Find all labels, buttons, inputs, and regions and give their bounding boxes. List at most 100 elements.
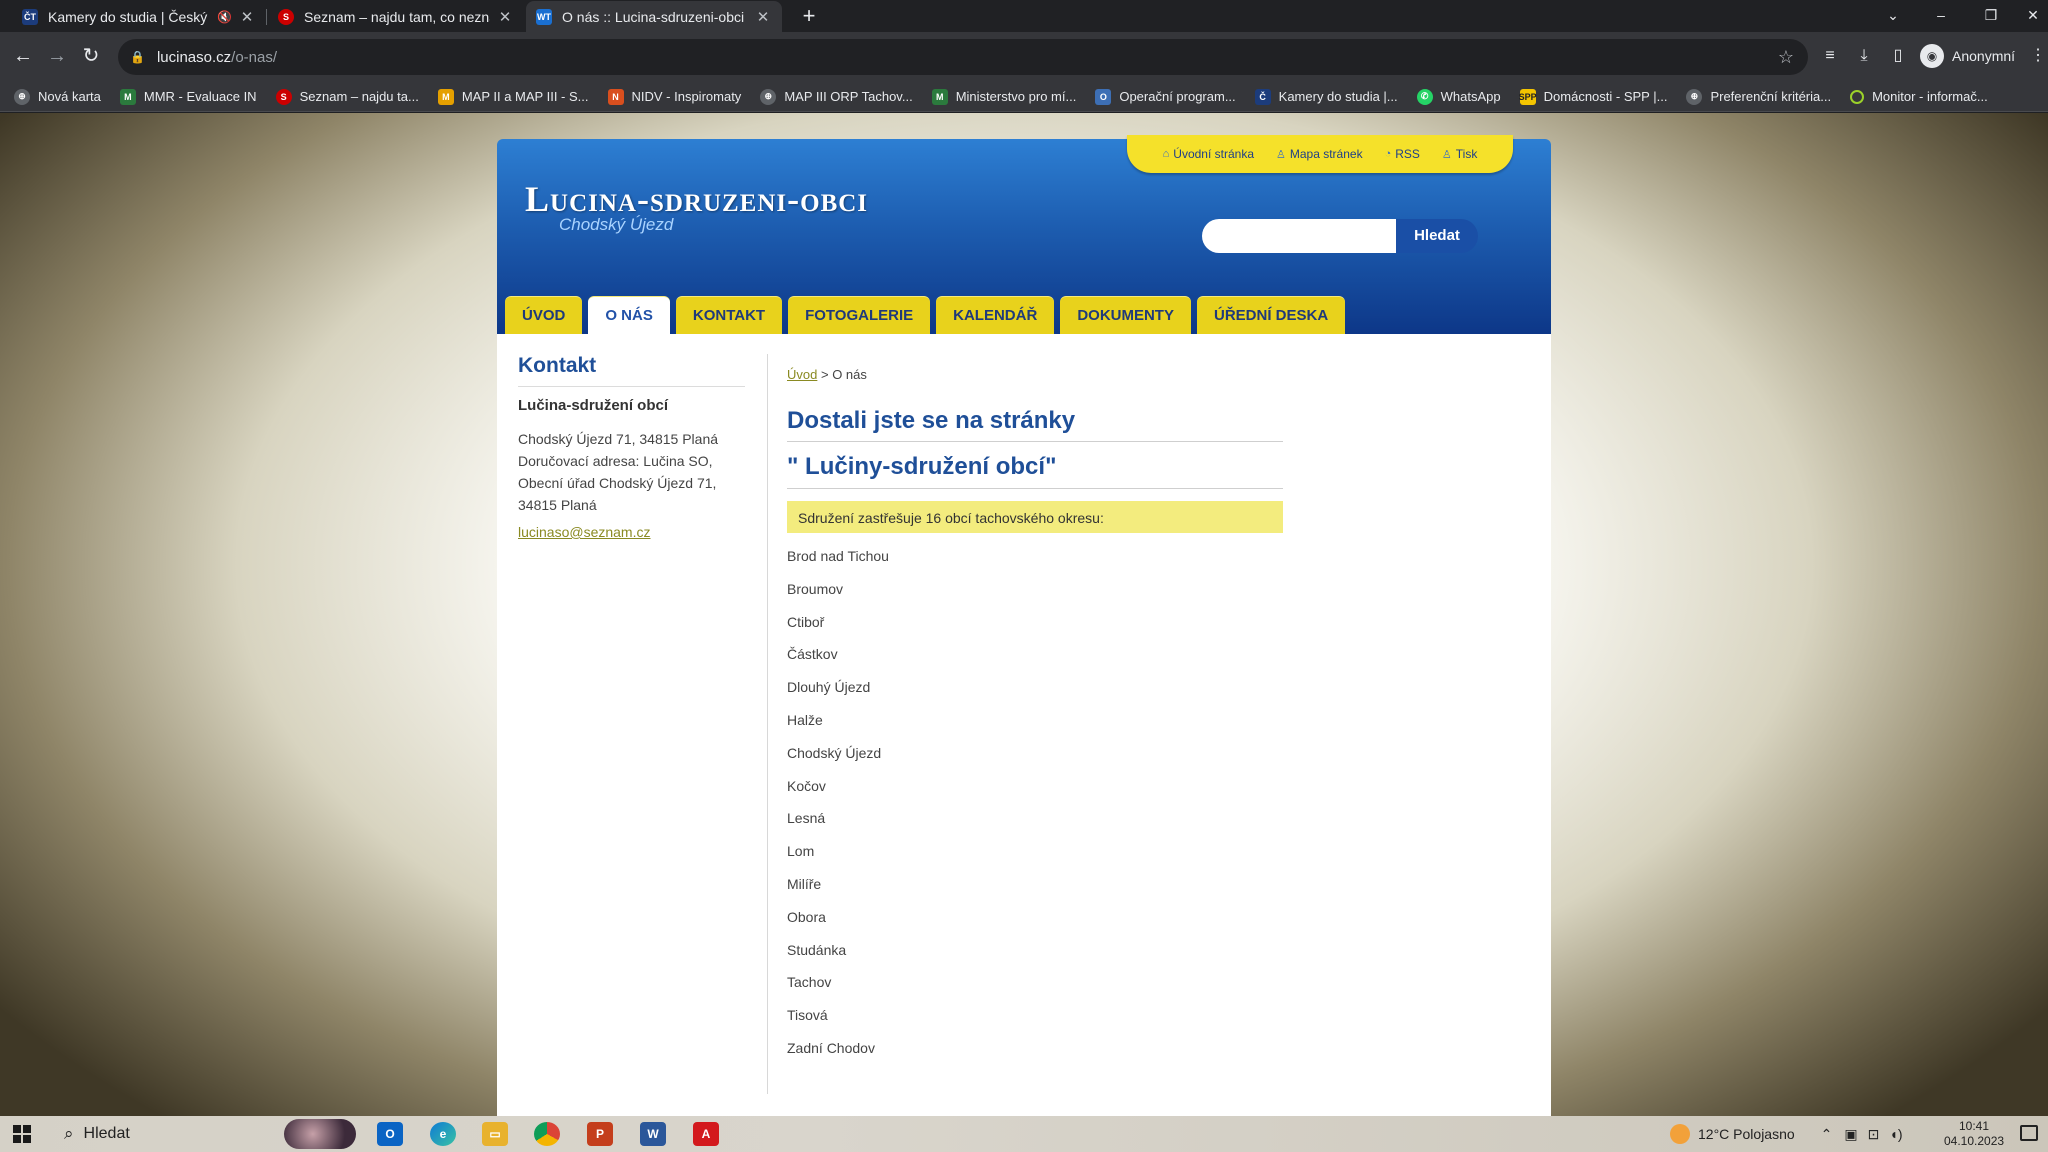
bookmark-item[interactable]: S Seznam – najdu ta...	[275, 88, 419, 105]
close-tab-icon[interactable]: ✕	[496, 8, 514, 26]
home-link[interactable]: ⌂ Úvodní stránka	[1163, 147, 1254, 161]
search-highlight-icon[interactable]	[284, 1119, 356, 1149]
site-logo[interactable]: Lucina-sdruzeni-obci	[525, 178, 868, 220]
download-icon[interactable]: ⤓	[1852, 44, 1876, 68]
battery-icon[interactable]: ▣	[1844, 1126, 1857, 1143]
side-panel-icon[interactable]: ▯	[1886, 44, 1910, 68]
village-list: Brod nad Tichou Broumov Ctiboř Částkov D…	[787, 546, 889, 1071]
rss-link[interactable]: ◔ RSS	[1385, 147, 1420, 161]
top-link-label: Úvodní stránka	[1173, 147, 1254, 161]
close-tab-icon[interactable]: ✕	[238, 8, 256, 26]
notifications-icon[interactable]	[2020, 1125, 2038, 1141]
powerpoint-icon[interactable]: P	[587, 1122, 613, 1146]
reload-icon[interactable]: ↻	[78, 43, 104, 69]
rss-icon: ◔	[1384, 148, 1392, 160]
outlook-icon[interactable]: O	[377, 1122, 403, 1146]
profile-button[interactable]: ◉ Anonymní	[1920, 40, 2015, 72]
bookmark-item[interactable]: N NIDV - Inspiromaty	[607, 88, 742, 105]
chrome-icon[interactable]	[534, 1122, 560, 1146]
back-arrow-icon[interactable]: ←	[10, 43, 36, 69]
browser-tab[interactable]: ČT Kamery do studia | Český ro 🔇 ✕	[12, 1, 266, 32]
new-tab-button[interactable]: +	[796, 3, 822, 29]
browser-toolbar: ← → ↻ 🔒 lucinaso.cz/o-nas/ ☆ ≡ ⤓ ▯ ◉ Ano…	[0, 32, 2048, 82]
whatsapp-icon: ✆	[1416, 88, 1433, 105]
bookmark-item[interactable]: ⊕ Nová karta	[14, 88, 101, 105]
browser-tab[interactable]: S Seznam – najdu tam, co neznám ✕	[268, 1, 524, 32]
nav-item-kontakt[interactable]: KONTAKT	[675, 296, 783, 334]
word-icon[interactable]: W	[640, 1122, 666, 1146]
search-input[interactable]	[1202, 219, 1396, 253]
bookmark-item[interactable]: ✆ WhatsApp	[1416, 88, 1501, 105]
acrobat-icon[interactable]: A	[693, 1122, 719, 1146]
bookmark-star-icon[interactable]: ☆	[1778, 47, 1794, 68]
tab-search-icon[interactable]: ⌄	[1870, 0, 1916, 30]
nav-item-dokumenty[interactable]: DOKUMENTY	[1060, 296, 1191, 334]
bookmark-item[interactable]: M Ministerstvo pro mí...	[931, 88, 1076, 105]
top-link-label: Mapa stránek	[1289, 147, 1363, 161]
site-header: ⌂ Úvodní stránka ♙ Mapa stránek ◔ RSS ♙ Tisk…	[497, 135, 1551, 334]
print-link[interactable]: ♙ Tisk	[1442, 147, 1477, 161]
browser-tab-active[interactable]: WT O nás :: Lucina-sdruzeni-obci ✕	[526, 1, 782, 32]
file-explorer-icon[interactable]: ▭	[482, 1122, 508, 1146]
clock-date: 04.10.2023	[1944, 1134, 2005, 1148]
forward-arrow-icon[interactable]: →	[44, 43, 70, 69]
breadcrumb-home-link[interactable]: Úvod	[787, 367, 817, 382]
close-tab-icon[interactable]: ✕	[754, 8, 772, 26]
list-item: Milíře	[787, 875, 822, 892]
mmr-icon: M	[931, 88, 948, 105]
main-nav: ÚVOD O NÁS KONTAKT FOTOGALERIE KALENDÁŘ …	[505, 296, 1346, 334]
windows-start-icon[interactable]	[13, 1125, 31, 1143]
divider	[518, 386, 745, 387]
minimize-button[interactable]: –	[1918, 0, 1964, 30]
address-bar[interactable]: 🔒 lucinaso.cz/o-nas/ ☆	[118, 39, 1808, 75]
bookmark-label: Operační program...	[1119, 89, 1236, 104]
taskbar-search[interactable]: ⌕ Hledat	[52, 1116, 362, 1152]
weather-text[interactable]: 12°C Polojasno	[1698, 1126, 1795, 1142]
bookmark-item[interactable]: SPP Domácnosti - SPP |...	[1519, 88, 1667, 105]
restore-button[interactable]: ❐	[1968, 0, 2014, 30]
list-item: Lesná	[787, 810, 826, 827]
close-window-button[interactable]: ✕	[2010, 0, 2048, 30]
bookmark-item[interactable]: ⊕ Preferenční kritéria...	[1686, 88, 1831, 105]
edge-icon[interactable]: e	[430, 1122, 456, 1146]
bookmark-item[interactable]: M MMR - Evaluace IN	[119, 88, 257, 105]
lock-icon[interactable]: 🔒	[130, 50, 145, 64]
list-item: Chodský Újezd	[787, 744, 882, 761]
page-viewport: ⌂ Úvodní stránka ♙ Mapa stránek ◔ RSS ♙ Tisk…	[0, 113, 2048, 1116]
sitemap-link[interactable]: ♙ Mapa stránek	[1276, 147, 1363, 161]
bookmark-item[interactable]: M MAP II a MAP III - S...	[437, 88, 589, 105]
tab-title: Seznam – najdu tam, co neznám	[304, 8, 490, 25]
sidebar-title: Kontakt	[518, 354, 597, 377]
chevron-up-icon[interactable]: ⌃	[1821, 1126, 1833, 1143]
weather-sun-icon[interactable]	[1670, 1124, 1690, 1144]
bookmark-item[interactable]: Monitor - informač...	[1850, 89, 1988, 104]
monitor-icon	[1850, 89, 1865, 104]
list-item: Dlouhý Újezd	[787, 679, 871, 696]
bookmark-label: NIDV - Inspiromaty	[631, 89, 742, 104]
speaker-muted-icon[interactable]: 🔇	[217, 10, 232, 24]
print-icon: ♙	[1441, 148, 1452, 161]
top-link-label: RSS	[1395, 147, 1420, 161]
mmr-icon: M	[119, 88, 136, 105]
bookmark-label: MMR - Evaluace IN	[143, 89, 257, 104]
system-tray: 12°C Polojasno ⌃ ▣ ⊡ ◖)	[1670, 1116, 1903, 1152]
menu-kebab-icon[interactable]: ⋮	[2030, 44, 2046, 68]
bookmark-item[interactable]: Č Kamery do studia |...	[1254, 88, 1398, 105]
bookmark-item[interactable]: O Operační program...	[1095, 88, 1236, 105]
top-links-bar: ⌂ Úvodní stránka ♙ Mapa stránek ◔ RSS ♙ Tisk	[1127, 135, 1513, 173]
volume-icon[interactable]: ◖)	[1889, 1126, 1902, 1142]
nav-item-uvod[interactable]: ÚVOD	[505, 296, 583, 334]
bookmark-item[interactable]: ⊕ MAP III ORP Tachov...	[760, 88, 913, 105]
reading-list-icon[interactable]: ≡	[1818, 44, 1842, 68]
ct-icon: ČT	[22, 8, 38, 25]
nav-item-kalendar[interactable]: KALENDÁŘ	[936, 296, 1055, 334]
nav-item-fotogalerie[interactable]: FOTOGALERIE	[788, 296, 931, 334]
network-icon[interactable]: ⊡	[1868, 1126, 1880, 1143]
clock[interactable]: 10:41 04.10.2023	[1944, 1119, 2004, 1149]
nav-item-o-nas[interactable]: O NÁS	[588, 296, 670, 334]
ct-icon: Č	[1254, 88, 1271, 105]
search-button[interactable]: Hledat	[1396, 219, 1478, 253]
nav-item-uredni-deska[interactable]: ÚŘEDNÍ DESKA	[1196, 296, 1346, 334]
email-link[interactable]: lucinaso@seznam.cz	[518, 524, 651, 540]
bookmark-label: Kamery do studia |...	[1278, 89, 1398, 104]
